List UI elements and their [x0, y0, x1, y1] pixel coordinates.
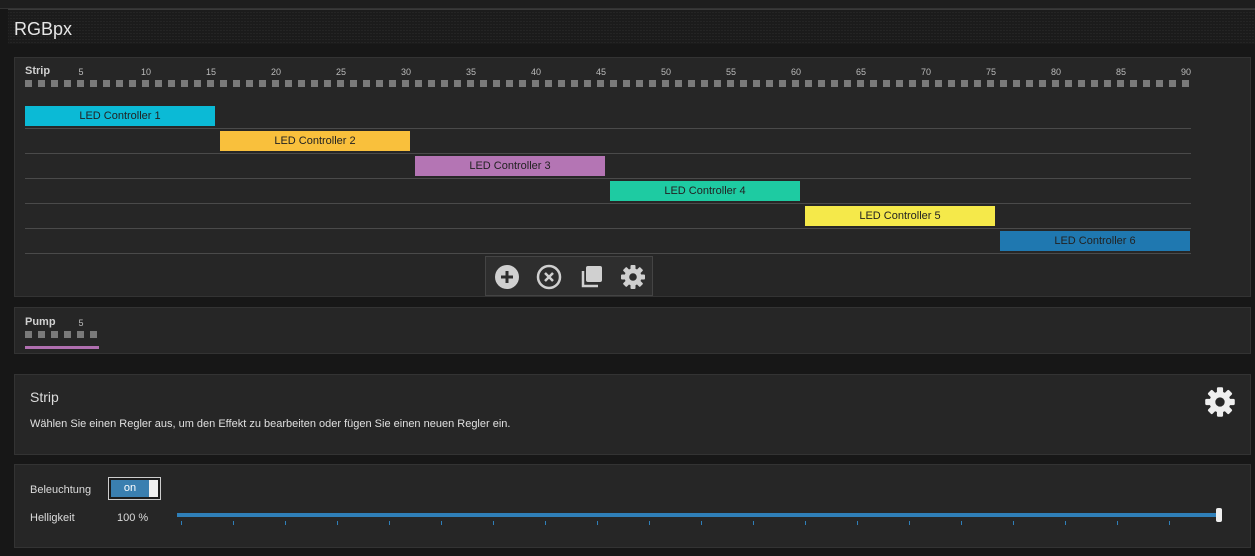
led-controller-1[interactable]: LED Controller 1	[25, 106, 215, 126]
plus-circle-icon	[495, 265, 519, 289]
led-controller-5[interactable]: LED Controller 5	[805, 206, 995, 226]
ruler-tick-label: 75	[985, 67, 997, 77]
brightness-slider-ticks	[181, 521, 1221, 525]
ruler-tick-label: 20	[270, 67, 282, 77]
lane-divider	[25, 178, 1191, 179]
lane-divider	[25, 253, 1191, 254]
remove-controller-button[interactable]	[536, 264, 562, 290]
ruler-tick-label: 35	[465, 67, 477, 77]
ruler-tick-label: 15	[205, 67, 217, 77]
info-panel: Strip Wählen Sie einen Regler aus, um de…	[14, 374, 1251, 455]
lighting-toggle[interactable]: on	[108, 477, 161, 500]
ruler-tick-label: 45	[595, 67, 607, 77]
ruler-tick-label: 50	[660, 67, 672, 77]
pump-label: Pump	[25, 316, 56, 328]
strip-settings-button[interactable]	[1204, 386, 1236, 418]
ruler-tick-label: 55	[725, 67, 737, 77]
x-circle-icon	[536, 264, 562, 290]
controller-settings-button[interactable]	[620, 264, 646, 290]
ruler-tick-label: 85	[1115, 67, 1127, 77]
ruler-tick-label: 30	[400, 67, 412, 77]
title-bar: RGBpx	[8, 9, 1255, 44]
lighting-panel: Beleuchtung on Helligkeit 100 %	[14, 464, 1251, 548]
app-title: RGBpx	[14, 19, 73, 39]
lane-divider	[25, 203, 1191, 204]
lighting-label: Beleuchtung	[30, 484, 92, 496]
ruler-tick-label: 90	[1180, 67, 1192, 77]
strip-toolbar	[485, 256, 653, 296]
copy-icon	[581, 266, 602, 288]
pump-segment-bar[interactable]	[25, 346, 99, 349]
led-controller-3[interactable]: LED Controller 3	[415, 156, 605, 176]
lane-divider	[25, 128, 1191, 129]
copy-controller-button[interactable]	[578, 264, 604, 290]
ruler-tick-label: 70	[920, 67, 932, 77]
gear-icon	[1205, 387, 1235, 417]
ruler-tick-label: 60	[790, 67, 802, 77]
info-text: Wählen Sie einen Regler aus, um den Effe…	[30, 418, 511, 430]
brightness-slider-thumb[interactable]	[1216, 508, 1222, 522]
pump-panel: Pump 5	[14, 307, 1251, 354]
ruler-tick-label: 80	[1050, 67, 1062, 77]
window-top-bar	[0, 0, 1255, 9]
strip-label: Strip	[25, 65, 51, 77]
ruler-tick-label: 5	[78, 67, 84, 77]
led-controller-6[interactable]: LED Controller 6	[1000, 231, 1190, 251]
ruler-tick-label: 10	[140, 67, 152, 77]
pump-led-squares	[25, 331, 101, 338]
lane-divider	[25, 153, 1191, 154]
brightness-label: Helligkeit	[30, 512, 75, 524]
ruler-tick-label: 25	[335, 67, 347, 77]
strip-panel: Strip 5 10 15 20 25 30 35 40 45 50 55 60 65 70 75 80 85 9…	[14, 57, 1251, 297]
led-controller-4[interactable]: LED Controller 4	[610, 181, 800, 201]
lane-divider	[25, 228, 1191, 229]
strip-led-squares	[25, 80, 1195, 87]
info-title: Strip	[30, 389, 59, 405]
brightness-value: 100 %	[117, 512, 149, 524]
add-controller-button[interactable]	[494, 264, 520, 290]
pump-tick-label: 5	[78, 318, 84, 328]
led-controller-2[interactable]: LED Controller 2	[220, 131, 410, 151]
gear-icon	[621, 265, 645, 289]
toggle-label: on	[123, 482, 137, 494]
ruler-tick-label: 65	[855, 67, 867, 77]
ruler-tick-label: 40	[530, 67, 542, 77]
brightness-slider-track[interactable]	[177, 513, 1219, 517]
